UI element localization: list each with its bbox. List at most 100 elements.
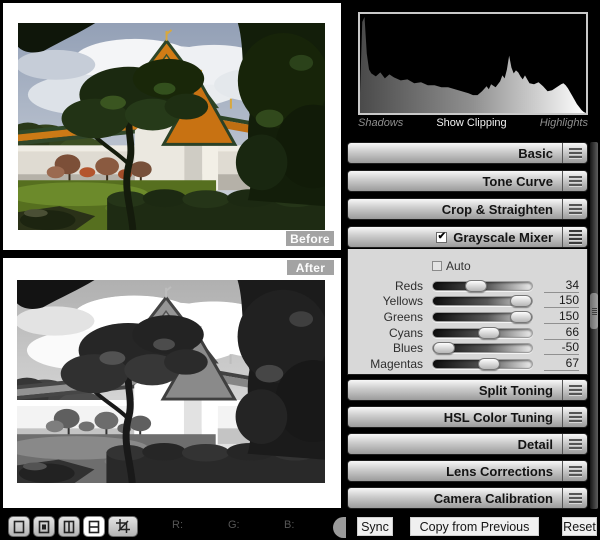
panel-header-hsl-color-tuning[interactable]: HSL Color Tuning [347,406,588,428]
menu-lines-icon[interactable] [562,461,587,481]
mixer-slider-magentas: Magentas 67 [348,356,587,372]
histogram[interactable] [358,12,588,115]
slider-value[interactable]: -50 [544,341,579,356]
crop-icon [115,519,130,533]
histogram-plot [360,16,586,113]
slider-label: Magentas [370,356,423,371]
slider-track[interactable] [432,342,533,355]
temple-photo-illustration [18,23,325,230]
slider-track[interactable] [432,295,533,308]
red-readout-label: R: [172,519,183,531]
menu-lines-icon[interactable] [562,380,587,400]
single-view-button[interactable] [8,516,30,537]
histogram-labels: Shadows Show Clipping Highlights [358,117,588,129]
grayscale-mixer-panel: Auto Reds 34 Yellows 150 Greens 150 Cyan… [347,249,588,375]
blue-readout-label: B: [284,519,295,531]
panel-title: Basic [518,145,553,161]
before-photo [18,23,325,230]
menu-lines-icon[interactable] [562,434,587,454]
panel-title: Split Toning [478,382,553,398]
square-filled-icon [38,520,50,533]
split-vertical-icon [63,520,75,533]
show-clipping-label[interactable]: Show Clipping [436,117,506,129]
panel-title: Crop & Straighten [441,201,553,217]
auto-checkbox[interactable] [432,260,442,271]
slider-value[interactable]: 150 [544,294,579,309]
slider-label: Cyans [388,325,423,340]
temple-photo-illustration [17,280,325,483]
panel-header-basic[interactable]: Basic [347,142,588,164]
auto-label: Auto [446,258,471,273]
slider-thumb[interactable] [433,342,455,355]
menu-lines-icon[interactable] [562,171,587,191]
slider-track[interactable] [432,310,533,323]
preview-area: Before After R: G: B: [0,0,347,540]
panel-header-camera-calibration[interactable]: Camera Calibration [347,487,588,509]
slider-value[interactable]: 150 [544,309,579,324]
panel-list: Basic Tone Curve Crop & Straighten Grays… [347,142,588,514]
green-readout-label: G: [228,519,240,531]
copy-from-previous-button[interactable]: Copy from Previous [410,517,539,536]
before-pane: Before [3,3,341,250]
panel-scrollbar[interactable] [590,142,598,509]
slider-value[interactable]: 67 [544,356,579,371]
toolbar-end-cap [333,517,346,538]
slider-track[interactable] [432,326,533,339]
panel-title: Grayscale Mixer [348,230,562,245]
crop-tool-button[interactable] [108,516,138,537]
slider-label: Greens [383,309,423,324]
slider-track[interactable] [432,357,533,370]
reset-button[interactable]: Reset [562,517,597,536]
panel-title: HSL Color Tuning [443,409,553,425]
loupe-view-button[interactable] [33,516,55,537]
before-after-side-by-side-button[interactable] [58,516,80,537]
panel-header-grayscale-mixer[interactable]: Grayscale Mixer [347,226,588,248]
mixer-slider-greens: Greens 150 [348,309,587,325]
mixer-slider-blues: Blues -50 [348,340,587,356]
before-label: Before [286,231,334,246]
auto-row: Auto [432,258,587,273]
highlights-label: Highlights [539,117,588,129]
slider-track[interactable] [432,279,533,292]
mixer-slider-reds: Reds 34 [348,278,587,294]
photo-editor-window: Before After R: G: B: Shadows Show Clipp… [0,0,600,540]
sync-button[interactable]: Sync [357,517,393,536]
panel-header-lens-corrections[interactable]: Lens Corrections [347,460,588,482]
menu-lines-icon[interactable] [562,407,587,427]
adjustments-sidebar: Shadows Show Clipping Highlights Basic T… [347,0,600,540]
panel-header-tone-curve[interactable]: Tone Curve [347,170,588,192]
slider-thumb[interactable] [478,357,500,370]
panel-title: Detail [517,436,553,452]
split-horizontal-icon [88,520,100,533]
panel-header-detail[interactable]: Detail [347,433,588,455]
view-toolbar: R: G: B: [0,508,347,540]
slider-label: Reds [394,278,423,293]
slider-thumb[interactable] [510,310,532,323]
grayscale-mixer-enabled-checkbox[interactable] [436,231,448,243]
mixer-slider-cyans: Cyans 66 [348,325,587,341]
slider-value[interactable]: 34 [544,278,579,293]
after-label: After [287,260,334,275]
slider-label: Yellows [382,294,423,309]
panel-title: Lens Corrections [446,463,553,479]
menu-lines-icon[interactable] [562,199,587,219]
square-icon [13,520,25,533]
grayscale-mixer-title: Grayscale Mixer [453,229,553,245]
slider-thumb[interactable] [510,295,532,308]
panel-title: Tone Curve [482,173,553,189]
menu-lines-icon[interactable] [562,143,587,163]
slider-value[interactable]: 66 [544,325,579,340]
menu-lines-icon[interactable] [562,227,587,247]
mixer-sliders: Reds 34 Yellows 150 Greens 150 Cyans 66 … [348,278,587,372]
slider-thumb[interactable] [465,279,487,292]
menu-lines-icon[interactable] [562,488,587,508]
panel-title: Camera Calibration [433,490,553,506]
scrollbar-thumb[interactable] [590,293,598,329]
shadows-label: Shadows [358,117,404,129]
before-after-top-bottom-button[interactable] [83,516,105,537]
panel-header-split-toning[interactable]: Split Toning [347,379,588,401]
panel-header-crop-straighten[interactable]: Crop & Straighten [347,198,588,220]
slider-label: Blues [392,341,423,356]
slider-thumb[interactable] [478,326,500,339]
mixer-slider-yellows: Yellows 150 [348,294,587,310]
